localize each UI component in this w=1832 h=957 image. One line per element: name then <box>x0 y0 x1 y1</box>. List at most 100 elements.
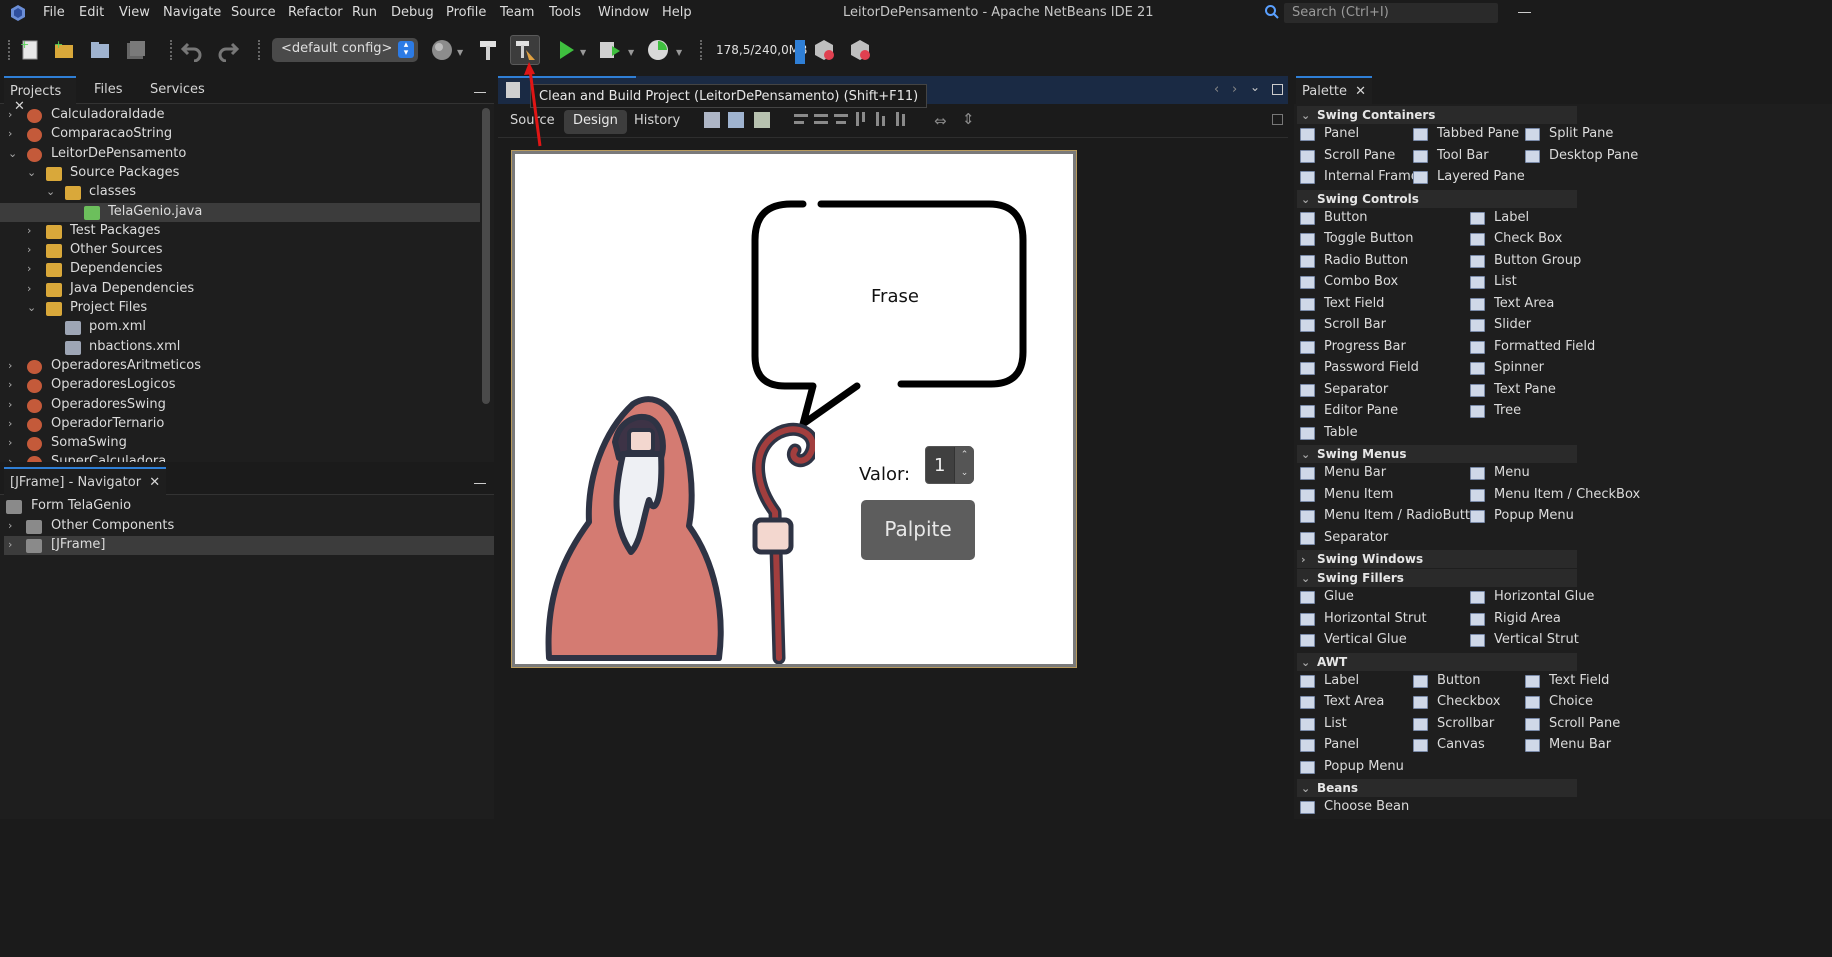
menu-run[interactable]: Run <box>352 5 377 20</box>
tree-item[interactable]: › OperadorTernario <box>0 415 480 434</box>
configuration-select[interactable]: <default config> ▴ ▾ <box>272 38 418 62</box>
chevron-down-icon[interactable]: ⌄ <box>46 185 58 198</box>
palette-section[interactable]: ⌄ Swing Menus <box>1297 445 1577 463</box>
profiler-snapshot-icon[interactable] <box>848 38 872 62</box>
tab-scroll-right-icon[interactable]: › <box>1232 82 1237 97</box>
palette-section[interactable]: ⌄ AWT <box>1297 652 1577 671</box>
run-project-icon[interactable] <box>554 38 578 62</box>
selection-mode-icon[interactable] <box>704 112 720 128</box>
memory-usage-label[interactable]: 178,5/240,0MB <box>716 43 807 57</box>
grid-toggle-icon[interactable] <box>1272 114 1283 125</box>
palpite-button[interactable]: Palpite <box>861 500 975 560</box>
chevron-right-icon[interactable]: › <box>27 243 39 256</box>
tree-item[interactable]: › Test Packages <box>0 222 480 241</box>
chevron-right-icon[interactable]: › <box>8 108 20 121</box>
palette-section[interactable]: ⌄ Beans <box>1297 779 1577 797</box>
chevron-right-icon[interactable]: › <box>8 519 20 532</box>
search-icon[interactable] <box>1264 4 1280 20</box>
same-width-icon[interactable]: ⇔ <box>934 112 947 130</box>
minimize-window-icon[interactable] <box>1518 12 1531 13</box>
navigator-item[interactable]: Form TelaGenio <box>4 497 494 516</box>
tree-item[interactable]: ⌄ Source Packages <box>0 164 480 183</box>
new-file-icon[interactable]: + <box>18 38 42 62</box>
tab-list-dropdown-icon[interactable]: ⌄ <box>1250 80 1260 94</box>
tree-item[interactable]: › Java Dependencies <box>0 280 480 299</box>
tree-item[interactable]: › ComparacaoString <box>0 125 480 144</box>
palette-section[interactable]: ⌄ Swing Controls <box>1297 189 1577 208</box>
chevron-right-icon[interactable]: › <box>27 262 39 275</box>
tree-item[interactable]: › SomaSwing <box>0 434 480 453</box>
tree-item[interactable]: › CalculadoraIdade <box>0 106 480 125</box>
chevron-right-icon[interactable]: › <box>8 436 20 449</box>
form-canvas[interactable]: Frase Valor: 1 ⌃ ⌄ Palpite <box>511 150 1077 668</box>
palette-section[interactable]: ⌄ Swing Fillers <box>1297 569 1577 587</box>
tab-files[interactable]: Files <box>88 76 129 104</box>
tree-item[interactable]: ⌄ LeitorDePensamento <box>0 145 480 164</box>
minimize-panel-icon[interactable] <box>474 483 486 484</box>
run-dropdown-icon[interactable]: ▼ <box>580 48 586 57</box>
menu-source[interactable]: Source <box>231 5 276 20</box>
search-input[interactable]: Search (Ctrl+I) <box>1284 3 1498 23</box>
palette-section[interactable]: › Swing Windows <box>1297 550 1577 568</box>
close-icon[interactable]: ✕ <box>1355 84 1366 99</box>
tree-item[interactable]: › OperadoresAritmeticos <box>0 357 480 376</box>
chevron-right-icon[interactable]: › <box>8 359 20 372</box>
same-height-icon[interactable]: ⇕ <box>962 110 975 128</box>
menu-edit[interactable]: Edit <box>79 5 104 20</box>
chevron-right-icon[interactable]: › <box>27 224 39 237</box>
spinner-down-icon[interactable]: ⌄ <box>954 465 974 483</box>
maximize-editor-icon[interactable] <box>1272 84 1283 95</box>
chevron-right-icon[interactable]: › <box>8 538 20 551</box>
tree-item[interactable]: ⌄ Project Files <box>0 299 480 318</box>
menu-profile[interactable]: Profile <box>446 5 486 20</box>
history-mode-button[interactable]: History <box>628 110 686 134</box>
navigator-item[interactable]: › [JFrame] <box>4 536 494 555</box>
chevron-right-icon[interactable]: › <box>27 282 39 295</box>
chevron-right-icon[interactable]: › <box>8 398 20 411</box>
tab-palette[interactable]: Palette ✕ <box>1296 76 1373 104</box>
menu-debug[interactable]: Debug <box>391 5 434 20</box>
spinner-up-icon[interactable]: ⌃ <box>954 447 974 465</box>
valor-spinner[interactable]: 1 ⌃ ⌄ <box>925 446 974 484</box>
chevron-right-icon[interactable]: › <box>8 127 20 140</box>
globe-dropdown-icon[interactable]: ▼ <box>457 48 463 57</box>
build-project-hammer-icon[interactable] <box>476 38 500 62</box>
design-mode-button[interactable]: Design <box>564 110 627 134</box>
tab-projects[interactable]: Projects ✕ <box>4 76 76 114</box>
tree-item[interactable]: › OperadoresSwing <box>0 396 480 415</box>
chevron-right-icon[interactable]: › <box>8 455 20 462</box>
valor-label[interactable]: Valor: <box>859 464 910 485</box>
palette-section[interactable]: ⌄ Swing Containers <box>1297 106 1577 124</box>
profile-dropdown-icon[interactable]: ▼ <box>676 48 682 57</box>
menu-refactor[interactable]: Refactor <box>288 5 343 20</box>
globe-icon[interactable] <box>430 38 454 62</box>
menu-window[interactable]: Window <box>598 5 649 20</box>
preview-design-icon[interactable] <box>754 112 770 128</box>
chevron-right-icon[interactable]: › <box>8 378 20 391</box>
new-project-icon[interactable]: + <box>52 38 76 62</box>
tree-item[interactable]: ⌄ classes <box>0 183 480 202</box>
debug-project-icon[interactable] <box>598 38 622 62</box>
menu-tools[interactable]: Tools <box>549 5 581 20</box>
tree-item[interactable]: › OperadoresLogicos <box>0 376 480 395</box>
tree-item[interactable]: › Other Sources <box>0 241 480 260</box>
tree-item[interactable]: › SuperCalculadora <box>0 453 480 462</box>
menu-team[interactable]: Team <box>500 5 534 20</box>
tree-item[interactable]: TelaGenio.java <box>0 202 480 222</box>
bubble-text-label[interactable]: Frase <box>871 286 919 307</box>
gc-icon[interactable] <box>812 38 836 62</box>
menu-navigate[interactable]: Navigate <box>163 5 221 20</box>
chevron-down-icon[interactable]: ⌄ <box>8 147 20 160</box>
profile-project-icon[interactable] <box>646 38 670 62</box>
chevron-down-icon[interactable]: ⌄ <box>27 301 39 314</box>
tab-navigator[interactable]: [JFrame] - Navigator ✕ <box>4 467 167 495</box>
minimize-panel-icon[interactable] <box>474 92 486 93</box>
menu-file[interactable]: File <box>43 5 65 20</box>
tab-services[interactable]: Services <box>144 76 211 104</box>
connection-mode-icon[interactable] <box>728 112 744 128</box>
undo-icon[interactable] <box>180 38 204 63</box>
debug-dropdown-icon[interactable]: ▼ <box>628 48 634 57</box>
save-all-icon[interactable] <box>124 38 148 62</box>
chevron-down-icon[interactable]: ⌄ <box>27 166 39 179</box>
menu-view[interactable]: View <box>119 5 150 20</box>
